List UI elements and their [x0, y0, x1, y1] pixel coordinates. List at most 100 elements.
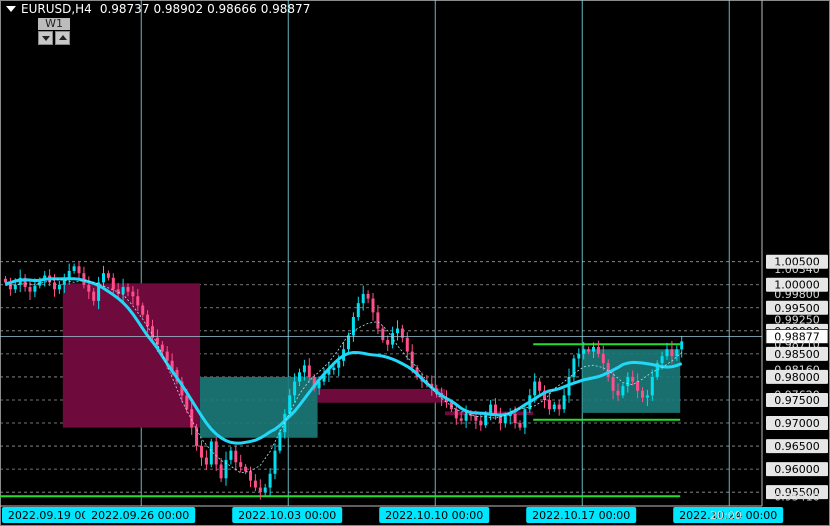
bullish-candle[interactable] — [680, 341, 684, 350]
bullish-candle[interactable] — [621, 386, 625, 396]
bearish-candle[interactable] — [479, 420, 483, 426]
bullish-candle[interactable] — [72, 266, 76, 271]
bearish-candle[interactable] — [596, 346, 600, 354]
bullish-candle[interactable] — [263, 487, 267, 493]
bearish-candle[interactable] — [376, 312, 380, 329]
bullish-candle[interactable] — [13, 284, 17, 290]
bearish-candle[interactable] — [185, 395, 189, 410]
bearish-candle[interactable] — [146, 314, 150, 327]
bearish-candle[interactable] — [454, 409, 458, 419]
bearish-candle[interactable] — [116, 289, 120, 294]
bullish-candle[interactable] — [675, 349, 679, 357]
bearish-candle[interactable] — [131, 291, 135, 297]
bullish-candle[interactable] — [592, 346, 595, 352]
bearish-candle[interactable] — [459, 418, 463, 421]
bearish-candle[interactable] — [141, 305, 145, 315]
bullish-candle[interactable] — [582, 349, 586, 354]
bullish-candle[interactable] — [396, 328, 399, 334]
bearish-candle[interactable] — [165, 351, 169, 361]
bullish-candle[interactable] — [273, 450, 277, 474]
bullish-candle[interactable] — [552, 404, 556, 410]
bearish-candle[interactable] — [381, 328, 385, 341]
bullish-candle[interactable] — [464, 413, 468, 421]
bearish-candle[interactable] — [371, 298, 375, 313]
bearish-candle[interactable] — [547, 399, 551, 410]
bearish-candle[interactable] — [195, 427, 199, 447]
bullish-candle[interactable] — [57, 284, 61, 290]
bearish-candle[interactable] — [670, 349, 674, 357]
bearish-candle[interactable] — [219, 464, 223, 479]
bullish-candle[interactable] — [347, 335, 350, 350]
bearish-candle[interactable] — [204, 457, 208, 465]
bearish-candle[interactable] — [190, 409, 194, 428]
bullish-candle[interactable] — [572, 358, 576, 377]
bullish-candle[interactable] — [121, 287, 125, 294]
bullish-candle[interactable] — [229, 450, 233, 460]
bearish-candle[interactable] — [518, 423, 522, 428]
bullish-candle[interactable] — [356, 303, 360, 318]
bearish-candle[interactable] — [87, 284, 91, 292]
bullish-candle[interactable] — [391, 333, 395, 345]
triangle-down-icon[interactable] — [38, 31, 53, 45]
bearish-candle[interactable] — [249, 471, 252, 481]
bearish-candle[interactable] — [611, 376, 615, 391]
bullish-candle[interactable] — [660, 356, 664, 364]
dropdown-triangle-icon[interactable] — [6, 6, 16, 12]
bearish-candle[interactable] — [258, 487, 262, 493]
bullish-candle[interactable] — [33, 285, 37, 292]
bearish-candle[interactable] — [106, 273, 110, 278]
bearish-candle[interactable] — [126, 287, 130, 292]
bullish-candle[interactable] — [503, 416, 507, 424]
bullish-candle[interactable] — [523, 409, 527, 428]
bullish-candle[interactable] — [489, 404, 493, 414]
bullish-candle[interactable] — [302, 365, 306, 373]
bearish-candle[interactable] — [616, 390, 620, 396]
bearish-candle[interactable] — [244, 466, 248, 472]
bearish-candle[interactable] — [239, 462, 243, 467]
bearish-candle[interactable] — [366, 293, 370, 299]
bullish-candle[interactable] — [209, 441, 213, 465]
bearish-candle[interactable] — [557, 404, 561, 410]
bullish-candle[interactable] — [102, 273, 105, 283]
bearish-candle[interactable] — [386, 340, 390, 345]
bearish-candle[interactable] — [28, 287, 32, 292]
bearish-candle[interactable] — [405, 337, 409, 352]
bullish-candle[interactable] — [278, 432, 282, 451]
bearish-candle[interactable] — [200, 446, 203, 458]
chart-window[interactable]: 1.00500 1.00340 1.00000 0.99800 0.99500 0.992… — [0, 0, 830, 526]
bullish-candle[interactable] — [288, 395, 292, 414]
bullish-candle[interactable] — [626, 376, 630, 387]
bearish-candle[interactable] — [587, 349, 591, 352]
bullish-candle[interactable] — [650, 376, 654, 396]
bullish-candle[interactable] — [665, 349, 669, 357]
bullish-candle[interactable] — [293, 381, 297, 396]
bearish-candle[interactable] — [641, 390, 644, 398]
bearish-candle[interactable] — [538, 381, 542, 391]
bearish-candle[interactable] — [160, 344, 164, 352]
bearish-candle[interactable] — [513, 413, 517, 424]
bullish-candle[interactable] — [268, 473, 272, 488]
bullish-candle[interactable] — [298, 372, 301, 382]
bearish-candle[interactable] — [214, 441, 218, 465]
bearish-candle[interactable] — [92, 291, 96, 301]
bearish-candle[interactable] — [636, 381, 640, 391]
bearish-candle[interactable] — [77, 266, 81, 274]
bearish-candle[interactable] — [4, 278, 7, 283]
bearish-candle[interactable] — [631, 376, 635, 382]
bearish-candle[interactable] — [111, 277, 115, 290]
bullish-candle[interactable] — [562, 395, 566, 410]
bullish-candle[interactable] — [645, 395, 649, 398]
bearish-candle[interactable] — [410, 351, 414, 368]
bullish-candle[interactable] — [577, 353, 581, 359]
bullish-candle[interactable] — [351, 317, 355, 336]
bearish-candle[interactable] — [234, 450, 238, 463]
bearish-candle[interactable] — [601, 353, 605, 364]
price-chart[interactable]: 1.005001.003401.000000.998000.995000.992… — [0, 0, 830, 526]
bullish-candle[interactable] — [361, 293, 365, 304]
bearish-candle[interactable] — [136, 296, 140, 306]
bullish-candle[interactable] — [484, 413, 488, 426]
bearish-candle[interactable] — [253, 480, 257, 488]
bearish-candle[interactable] — [53, 282, 56, 290]
bullish-candle[interactable] — [332, 367, 336, 371]
triangle-up-icon[interactable] — [55, 31, 70, 45]
